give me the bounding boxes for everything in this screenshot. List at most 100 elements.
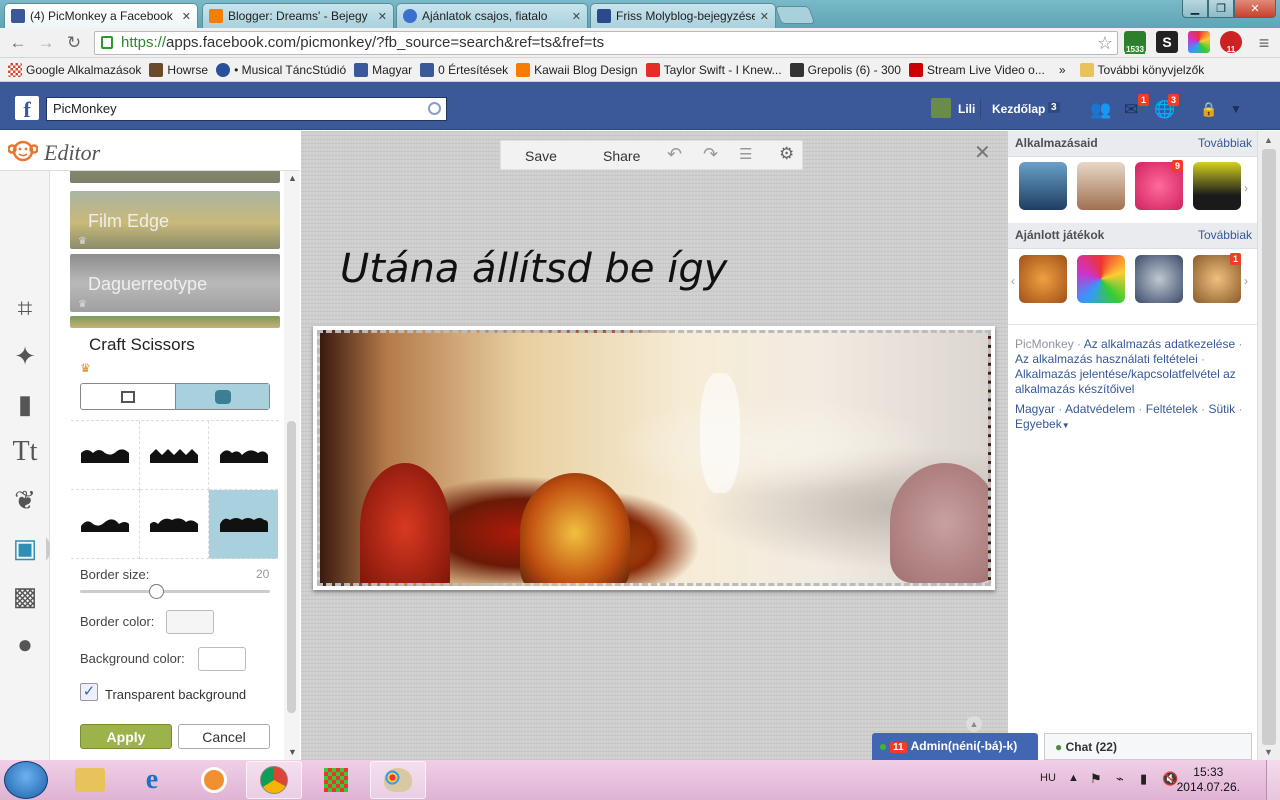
link-more[interactable]: Egyebek	[1015, 417, 1062, 431]
close-icon[interactable]: ✕	[182, 10, 191, 23]
apps-more-link[interactable]: Továbbiak	[1198, 131, 1252, 155]
lipstick-icon[interactable]: ▮	[8, 387, 42, 421]
profile-name[interactable]: Lili	[958, 102, 975, 116]
effect-film-edge[interactable]: Film Edge ♛	[70, 191, 280, 249]
transparent-checkbox[interactable]: ✓	[80, 683, 98, 701]
system-clock[interactable]: 15:33 2014.07.26.	[1177, 765, 1240, 795]
scroll-down-icon[interactable]: ▼	[1264, 747, 1273, 757]
app-iamplayr[interactable]	[1193, 162, 1241, 210]
bookmark-taylor[interactable]: Taylor Swift - I Knew...	[645, 62, 782, 77]
effect-daguerreotype[interactable]: Daguerreotype ♛	[70, 254, 280, 312]
reload-icon[interactable]: ↻	[64, 33, 84, 53]
chrome-taskbar-icon[interactable]	[246, 761, 302, 799]
flag-icon[interactable]: ⚑	[1090, 771, 1102, 787]
chevron-down-icon[interactable]: ▼	[1062, 421, 1070, 430]
app-riding-club[interactable]	[1077, 162, 1125, 210]
maximize-button[interactable]: ❐	[1208, 0, 1234, 18]
chevron-down-icon[interactable]: ▼	[1230, 102, 1242, 116]
network-icon[interactable]: ▮	[1140, 771, 1147, 787]
shape-option-5[interactable]	[140, 490, 209, 559]
shape-option-6-selected[interactable]	[209, 490, 278, 559]
share-button[interactable]: Share	[603, 148, 640, 164]
undo-icon[interactable]: ↶	[667, 144, 682, 165]
back-icon[interactable]: ←	[8, 33, 28, 53]
address-bar[interactable]: https://apps.facebook.com/picmonkey/?fb_…	[94, 31, 1118, 55]
apps-taskbar-icon[interactable]	[308, 761, 364, 799]
forward-icon[interactable]: →	[36, 33, 56, 53]
straight-edge-option[interactable]	[81, 384, 175, 409]
friend-requests-icon[interactable]: 👥	[1090, 100, 1112, 119]
save-button[interactable]: Save	[525, 148, 557, 164]
home-link[interactable]: Kezdőlap	[992, 102, 1045, 116]
link-report[interactable]: Alkalmazás jelentése/kapcsolatfelvétel a…	[1015, 367, 1236, 396]
cancel-button[interactable]: Cancel	[178, 724, 270, 749]
power-icon[interactable]: ⌁	[1116, 771, 1124, 787]
effect-thumb-next[interactable]	[70, 316, 280, 328]
link-conditions[interactable]: Feltételek	[1146, 402, 1198, 416]
minimize-button[interactable]: ▁	[1182, 0, 1208, 18]
tab-molyblog[interactable]: Friss Molyblog-bejegyzése ✕	[590, 3, 776, 28]
language-indicator[interactable]: HU	[1040, 772, 1056, 784]
link-privacy[interactable]: Adatvédelem	[1065, 402, 1135, 416]
border-size-slider[interactable]	[80, 584, 270, 599]
bookmark-grepolis[interactable]: Grepolis (6) - 300	[789, 62, 901, 77]
explorer-taskbar-icon[interactable]	[62, 761, 118, 799]
scrollbar-thumb[interactable]	[1262, 149, 1276, 745]
menu-icon[interactable]: ≡	[1254, 33, 1274, 53]
scissor-edge-option[interactable]	[175, 384, 269, 409]
scroll-top-icon[interactable]: ▲	[966, 716, 982, 732]
scrollbar-thumb[interactable]	[287, 421, 296, 713]
layers-icon[interactable]: ☰	[739, 145, 752, 163]
facebook-search-input[interactable]: PicMonkey	[46, 97, 447, 121]
tab-ajanlatok[interactable]: Ajánlatok csajos, fiatalo ✕	[396, 3, 588, 28]
close-icon[interactable]: ✕	[378, 10, 387, 23]
color-extension-icon[interactable]	[1188, 31, 1210, 53]
butterfly-icon[interactable]: ❦	[8, 483, 42, 517]
star-icon[interactable]: ☆	[1097, 32, 1113, 54]
link-language[interactable]: Magyar	[1015, 402, 1055, 416]
chevron-right-icon[interactable]: ›	[1244, 181, 1248, 195]
show-desktop-button[interactable]	[1266, 760, 1280, 800]
search-icon[interactable]	[428, 102, 441, 115]
game-fox[interactable]	[1019, 255, 1067, 303]
link-cookies[interactable]: Sütik	[1208, 402, 1235, 416]
paint-taskbar-icon[interactable]	[370, 761, 426, 799]
texture-icon[interactable]: ▩	[8, 579, 42, 613]
scroll-up-icon[interactable]: ▲	[288, 173, 297, 183]
ie-taskbar-icon[interactable]: e	[124, 761, 180, 799]
chevron-left-icon[interactable]: ‹	[1011, 274, 1015, 288]
bookmark-magyar[interactable]: Magyar	[354, 62, 412, 77]
media-player-taskbar-icon[interactable]	[186, 761, 242, 799]
text-icon[interactable]: Tt	[8, 435, 42, 469]
s-extension-icon[interactable]: S	[1156, 31, 1178, 53]
bookmark-howrse[interactable]: Howrse	[149, 62, 208, 77]
crop-icon[interactable]: ⌗	[8, 291, 42, 325]
shape-option-4[interactable]	[71, 490, 140, 559]
app-top-eleven[interactable]	[1019, 162, 1067, 210]
shape-option-2[interactable]	[140, 421, 209, 490]
bookmark-stream[interactable]: Stream Live Video o...	[908, 62, 1045, 77]
bookmark-ertesitesek[interactable]: 0 Értesítések	[420, 62, 508, 77]
group-chat-tab[interactable]: 11 Admin(néni(-bá)-k)	[872, 733, 1038, 760]
chevron-right-icon[interactable]: ›	[1244, 274, 1248, 288]
more-bookmarks-chevron[interactable]: »	[1059, 63, 1066, 77]
game-trivia[interactable]	[1077, 255, 1125, 303]
page-scrollbar[interactable]: ▲ ▼	[1257, 131, 1280, 760]
new-tab-button[interactable]	[774, 6, 816, 24]
extension-icon[interactable]: 1533	[1124, 31, 1146, 54]
chat-sidebar-tab[interactable]: ● Chat (22)	[1044, 733, 1252, 760]
link-data-policy[interactable]: Az alkalmazás adatkezelése	[1084, 337, 1235, 351]
photo-frame[interactable]	[313, 326, 995, 590]
effect-thumb-prev[interactable]	[70, 171, 280, 183]
gear-icon[interactable]: ⚙	[779, 144, 794, 164]
border-color-swatch[interactable]	[166, 610, 214, 634]
apple-icon[interactable]: ●	[8, 627, 42, 661]
privacy-lock-icon[interactable]: 🔒	[1200, 101, 1217, 117]
shape-option-1[interactable]	[71, 421, 140, 490]
game-knight[interactable]	[1135, 255, 1183, 303]
background-color-swatch[interactable]	[198, 647, 246, 671]
redo-icon[interactable]: ↷	[703, 144, 718, 165]
frame-icon[interactable]: ▣	[8, 531, 42, 565]
tray-expand-icon[interactable]: ▲	[1068, 772, 1079, 784]
bookmark-kawaii[interactable]: Kawaii Blog Design	[516, 62, 638, 77]
